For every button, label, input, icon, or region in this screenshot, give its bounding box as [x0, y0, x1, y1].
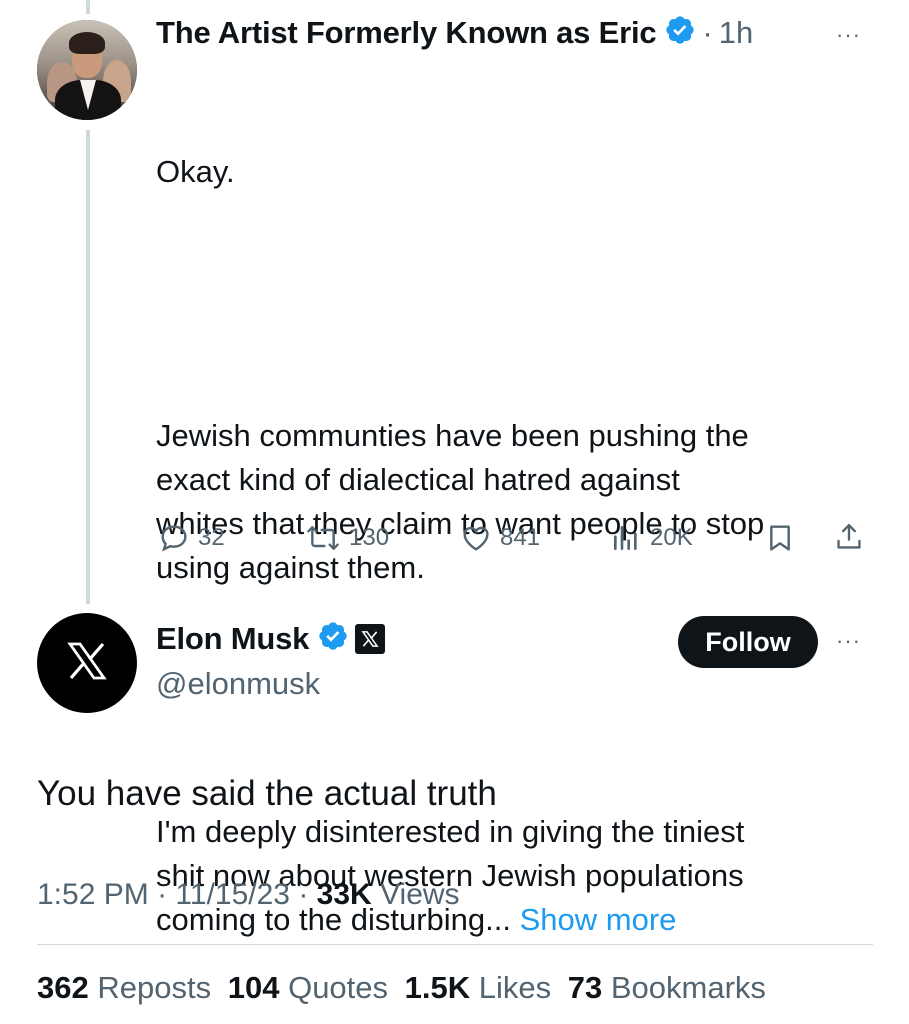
parent-text-intro: Okay.: [156, 154, 235, 189]
thread-line-top: [86, 0, 90, 14]
divider: [37, 944, 873, 945]
reposts-label: Reposts: [97, 970, 212, 1005]
tweet-time[interactable]: 1:52 PM: [37, 878, 149, 911]
meta-separator: ·: [298, 878, 309, 911]
x-logo-icon: [63, 637, 111, 690]
likes-label: Likes: [478, 970, 552, 1005]
follow-button[interactable]: Follow: [678, 616, 818, 668]
reply-button[interactable]: 32: [158, 522, 225, 554]
parent-display-name[interactable]: The Artist Formerly Known as Eric: [156, 15, 657, 51]
reposts-stat[interactable]: 362 Reposts: [37, 970, 211, 1005]
verified-badge-icon: [664, 14, 696, 51]
reposts-count: 362: [37, 970, 89, 1005]
main-handle[interactable]: @elonmusk: [156, 666, 320, 702]
main-header: Elon Musk: [156, 620, 386, 657]
views-total: 33K: [316, 878, 372, 911]
bookmarks-count: 73: [567, 970, 603, 1005]
views-icon: [610, 522, 642, 554]
views-count: 20K: [650, 524, 693, 551]
likes-count: 1.5K: [404, 970, 471, 1005]
like-icon: [460, 522, 492, 554]
quotes-stat[interactable]: 104 Quotes: [228, 970, 388, 1005]
reply-count: 32: [198, 524, 225, 551]
tweet-date[interactable]: 11/15/23: [175, 878, 290, 911]
affiliate-x-badge-icon: [355, 623, 386, 654]
views-button[interactable]: 20K: [610, 522, 693, 554]
likes-stat[interactable]: 1.5K Likes: [405, 970, 551, 1005]
parent-avatar[interactable]: [37, 20, 137, 120]
main-display-name[interactable]: Elon Musk: [156, 621, 309, 657]
more-options-icon[interactable]: ···: [836, 22, 861, 48]
verified-badge-icon: [317, 620, 349, 657]
tweet-meta: 1:52 PM · 11/15/23 · 33K Views: [37, 878, 460, 912]
share-icon[interactable]: [833, 520, 865, 559]
engagement-stats: 362 Reposts 104 Quotes 1.5K Likes 73 Boo…: [37, 970, 766, 1006]
meta-separator: ·: [157, 878, 168, 911]
parent-timestamp[interactable]: 1h: [719, 15, 753, 51]
main-tweet-text: You have said the actual truth: [37, 774, 497, 813]
more-options-icon[interactable]: ···: [836, 628, 861, 654]
repost-icon: [305, 522, 341, 554]
bookmark-icon[interactable]: [764, 522, 796, 559]
show-more-link[interactable]: Show more: [520, 902, 677, 937]
parent-text-para1: Jewish communties have been pushing the …: [156, 418, 765, 585]
like-count: 841: [500, 524, 541, 551]
quotes-count: 104: [227, 970, 280, 1005]
views-label: Views: [380, 878, 460, 911]
main-avatar[interactable]: [37, 613, 137, 713]
reply-icon: [158, 522, 190, 554]
time-separator: ·: [702, 14, 713, 50]
thread-line: [86, 130, 90, 604]
bookmarks-stat[interactable]: 73 Bookmarks: [568, 970, 766, 1005]
quotes-label: Quotes: [288, 970, 389, 1005]
repost-count: 130: [349, 524, 390, 551]
parent-header: The Artist Formerly Known as Eric · 1h: [156, 14, 753, 51]
bookmarks-label: Bookmarks: [610, 970, 766, 1005]
like-button[interactable]: 841: [460, 522, 540, 554]
repost-button[interactable]: 130: [305, 522, 389, 554]
